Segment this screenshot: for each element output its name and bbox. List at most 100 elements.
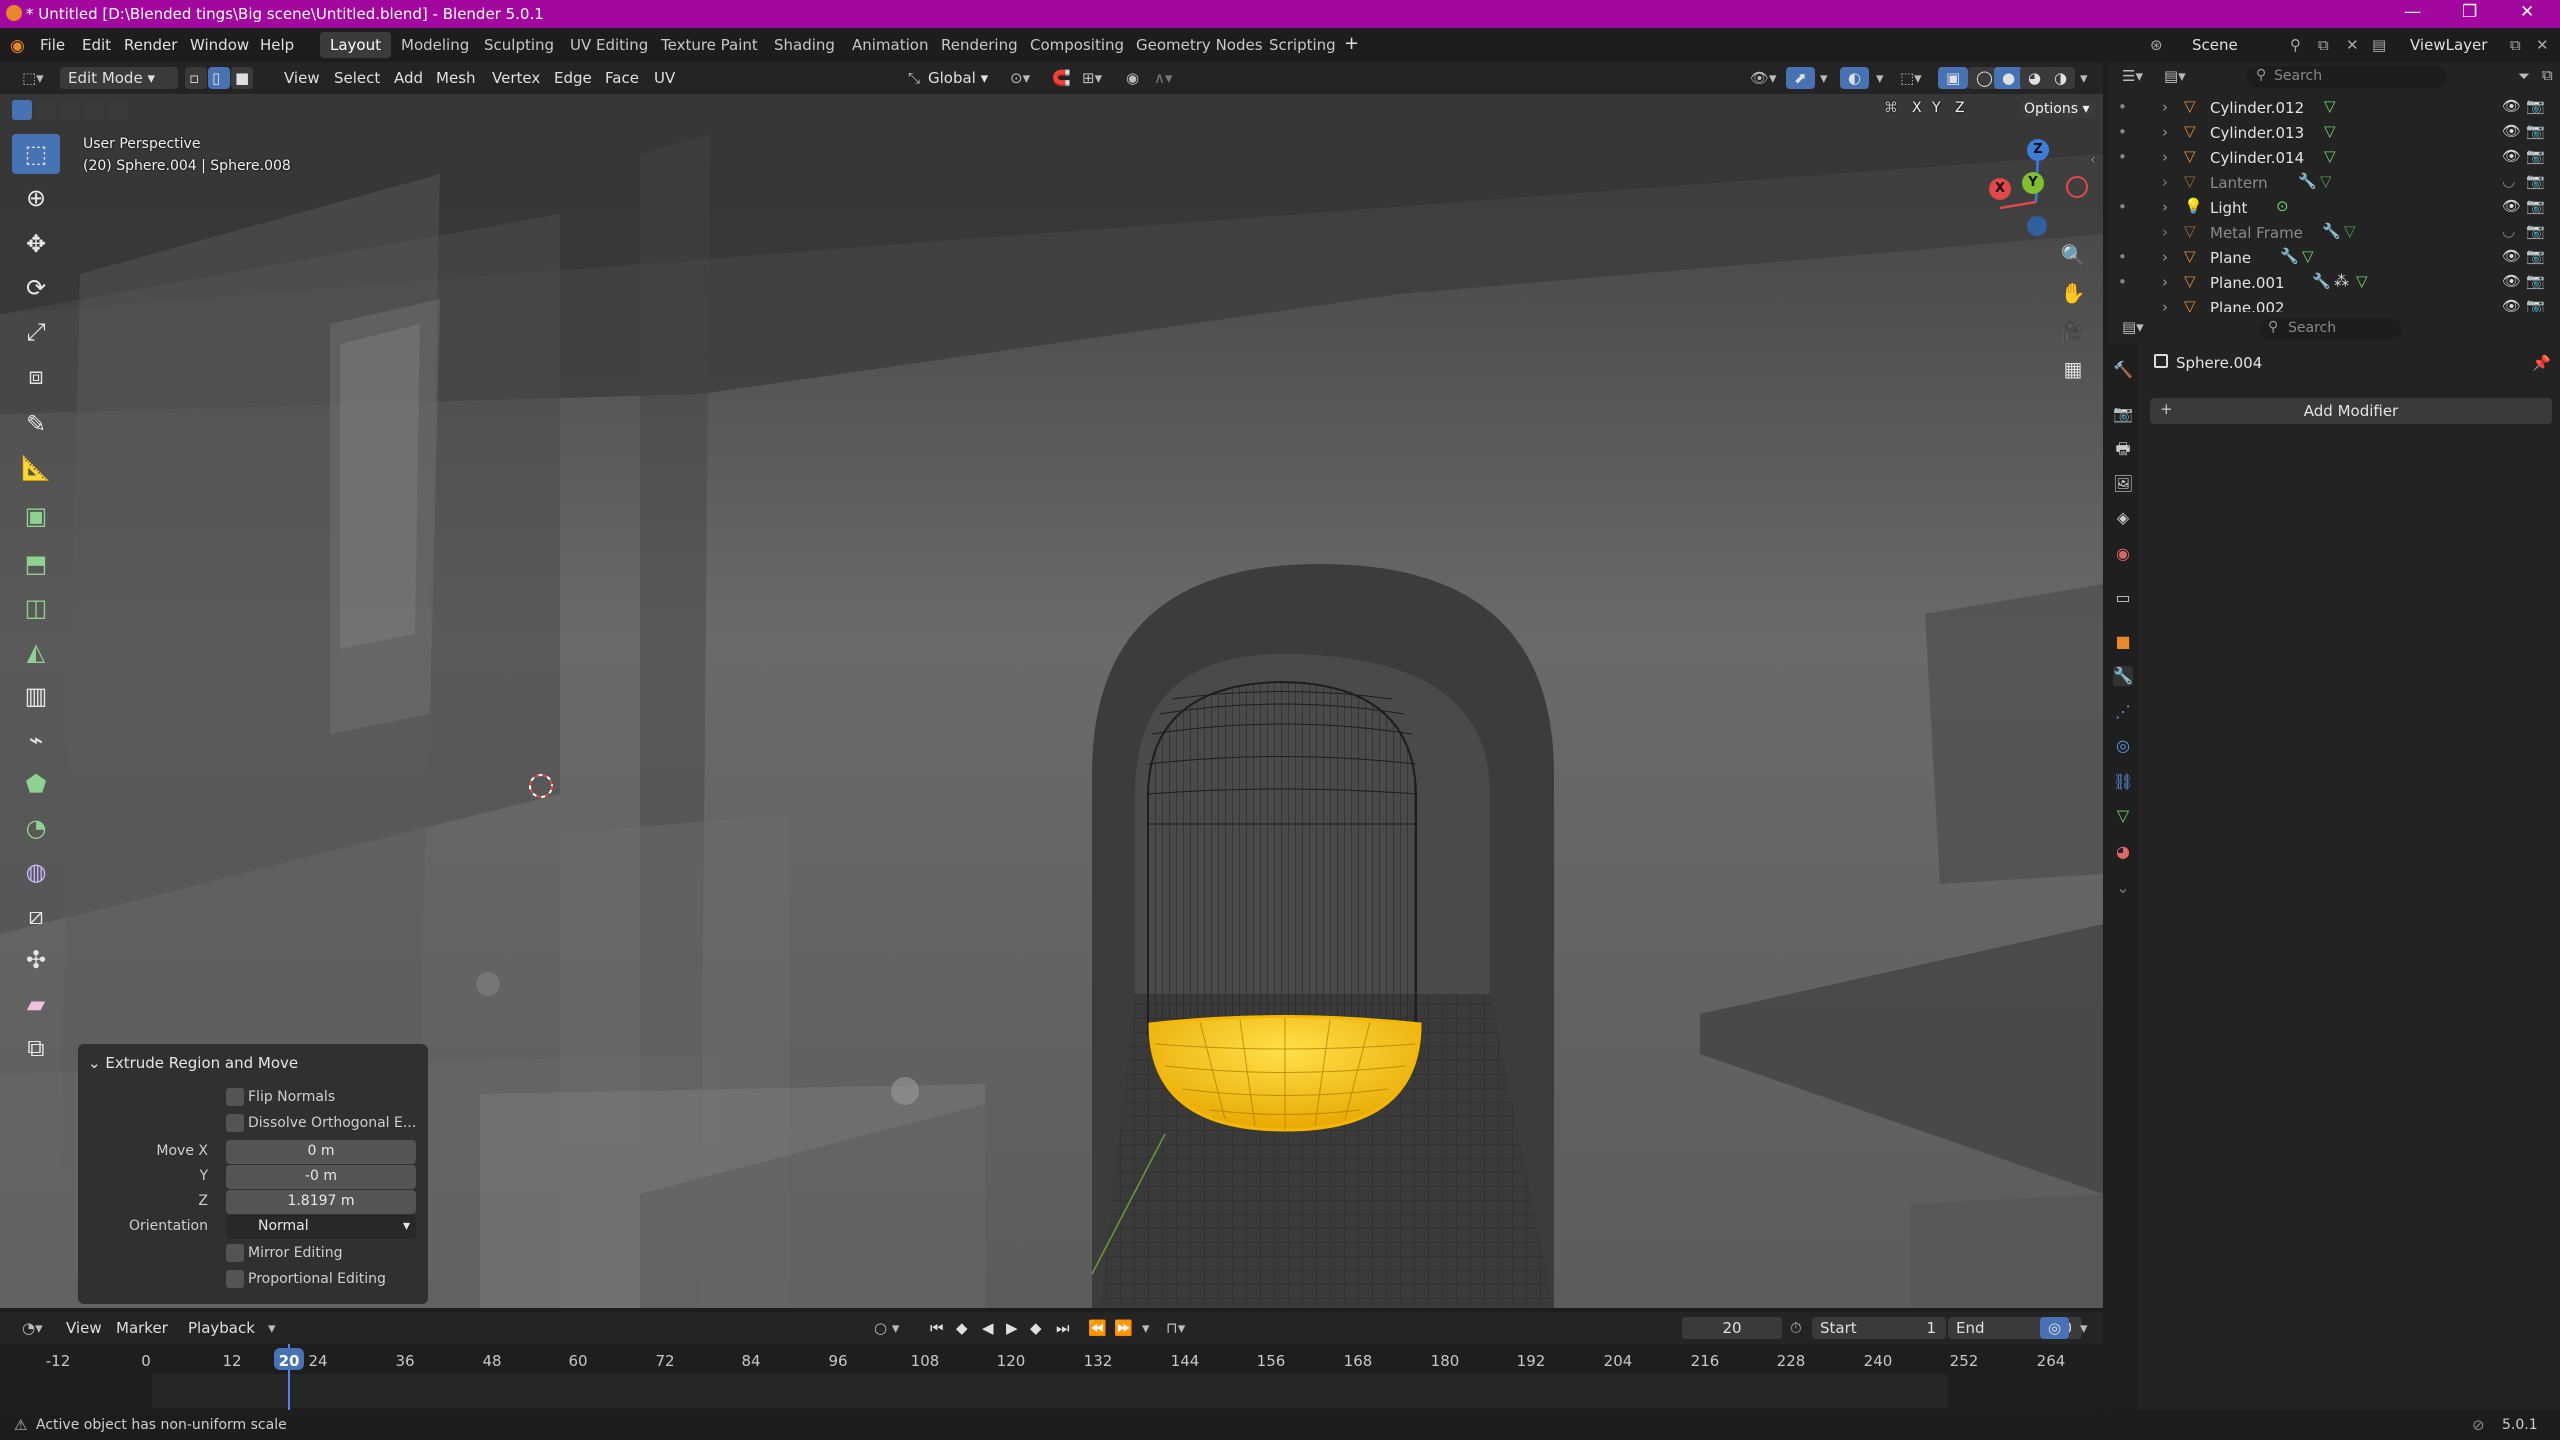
smooth-icon[interactable]: ◍	[12, 852, 60, 892]
tool-tab-icon[interactable]: 🔨	[2113, 360, 2133, 380]
measure-icon[interactable]: 📐	[12, 448, 60, 488]
proportional-edit-icon[interactable]: ◉	[1118, 67, 1147, 89]
add-modifier-button[interactable]: + Add Modifier	[2150, 398, 2552, 424]
object-tab-icon[interactable]: ■	[2113, 632, 2133, 652]
eye-icon[interactable]: 👁	[2502, 297, 2521, 312]
menu-help[interactable]: Help	[260, 36, 294, 54]
particles-tab-icon[interactable]: ⋰	[2113, 702, 2133, 722]
jump-keyframe-forward-icon[interactable]: ◆	[1022, 1317, 1050, 1339]
render-tab-icon[interactable]: 📷	[2113, 404, 2133, 424]
view-layer-icon[interactable]: ▤	[2372, 36, 2386, 54]
expand-icon[interactable]: ›	[2162, 223, 2168, 241]
zoom-icon[interactable]: 🔍	[2056, 238, 2090, 272]
spin-icon[interactable]: ◔	[12, 808, 60, 848]
eye-closed-icon[interactable]: ◡	[2502, 222, 2515, 240]
menu-uv[interactable]: UV	[646, 67, 683, 89]
view-layer-tab-icon[interactable]: 🖼	[2113, 474, 2133, 494]
menu-file[interactable]: File	[40, 36, 65, 54]
tab-layout[interactable]: Layout	[320, 32, 391, 58]
loop-cut-icon[interactable]: ▥	[12, 676, 60, 716]
dissolve-checkbox[interactable]	[226, 1114, 244, 1132]
menu-face[interactable]: Face	[597, 67, 647, 89]
gizmo-toggle-icon[interactable]: ⬈	[1786, 67, 1815, 89]
move-icon[interactable]: ✥	[12, 224, 60, 264]
mesh-edit-overlay-icon[interactable]: ⬚▾	[1892, 67, 1930, 89]
cursor-icon[interactable]: ⊕	[12, 178, 60, 218]
axis-lock-icon[interactable]: ⌘	[1884, 100, 1898, 116]
expand-icon[interactable]: ›	[2162, 198, 2168, 216]
xray-toggle-icon[interactable]: ▣	[1938, 67, 1969, 89]
camera-render-icon[interactable]: 📷	[2526, 122, 2545, 140]
auto-keying-icon[interactable]: ○ ▾	[866, 1317, 907, 1339]
pivot-icon[interactable]: ⊙▾	[1002, 67, 1038, 89]
new-scene-icon[interactable]: ⧉	[2318, 36, 2329, 54]
outliner-row-light[interactable]: • › 💡 Light ⊙ 👁 📷	[2108, 195, 2560, 220]
transform-icon[interactable]: ⧈	[12, 356, 60, 396]
gizmo-neg-z-axis[interactable]	[2027, 216, 2047, 236]
tab-scripting[interactable]: Scripting	[1259, 32, 1346, 58]
world-tab-icon[interactable]: ◉	[2113, 544, 2133, 564]
close-icon[interactable]: ✕	[2520, 2, 2534, 22]
mode-dropdown[interactable]: Edit Mode ▾	[60, 67, 178, 89]
gizmo-z-axis[interactable]: Z	[2027, 139, 2049, 161]
timeline-options-icon[interactable]: ▾	[2072, 1317, 2096, 1339]
proportional-editing-checkbox[interactable]	[226, 1270, 244, 1288]
eye-icon[interactable]: 👁	[2502, 147, 2521, 165]
menu-window[interactable]: Window	[190, 36, 249, 54]
material-shading-icon[interactable]: ◕	[2020, 67, 2050, 89]
timeline-menu-view[interactable]: View	[58, 1317, 110, 1339]
move-x-field[interactable]: 0 m	[226, 1140, 416, 1164]
jump-keyframe-back-icon[interactable]: ◆	[948, 1317, 976, 1339]
outliner-row-plane-002[interactable]: › ▽ Plane.002 👁 📷	[2108, 295, 2560, 312]
outliner-row-lantern[interactable]: › ▽ Lantern 🔧 ▽ ◡ 📷	[2108, 170, 2560, 195]
tab-shading[interactable]: Shading	[764, 32, 845, 58]
view-layer-name[interactable]: ViewLayer	[2410, 36, 2487, 54]
expand-icon[interactable]: ›	[2162, 123, 2168, 141]
outliner-row-cylinder-012[interactable]: • › ▽ Cylinder.012 ▽ 👁 📷	[2108, 95, 2560, 120]
scene-icon[interactable]: ⊛	[2150, 36, 2163, 54]
snap-target-icon[interactable]: ⊞▾	[1074, 67, 1110, 89]
add-cube-icon[interactable]: ▣	[12, 496, 60, 536]
camera-view-icon[interactable]: 🎥	[2056, 314, 2090, 348]
eye-closed-icon[interactable]: ◡	[2502, 172, 2515, 190]
select-new-icon[interactable]	[12, 100, 32, 120]
blender-menu-icon[interactable]: ◉	[10, 36, 25, 56]
menu-select[interactable]: Select	[326, 67, 388, 89]
camera-render-icon[interactable]: 📷	[2526, 222, 2545, 240]
physics-tab-icon[interactable]: ◎	[2113, 736, 2133, 756]
snap-timeline-icon[interactable]: ⊓▾	[1158, 1317, 1193, 1339]
extrude-region-icon[interactable]: ⬒	[12, 544, 60, 584]
select-invert-icon[interactable]	[84, 100, 104, 120]
menu-view[interactable]: View	[276, 67, 328, 89]
gizmo-x-axis[interactable]: X	[1989, 178, 2011, 200]
poly-build-icon[interactable]: ⬟	[12, 764, 60, 804]
outliner-row-plane[interactable]: • › ▽ Plane 🔧 ▽ 👁 📷	[2108, 245, 2560, 270]
tab-geometry-nodes[interactable]: Geometry Nodes	[1126, 32, 1273, 58]
mirror-editing-checkbox[interactable]	[226, 1244, 244, 1262]
select-extend-icon[interactable]	[36, 100, 56, 120]
options-dropdown[interactable]: Options ▾	[2018, 100, 2096, 118]
minimize-icon[interactable]: —	[2404, 2, 2421, 22]
flip-normals-checkbox[interactable]	[226, 1088, 244, 1106]
more-tabs-icon[interactable]: ⌄	[2113, 878, 2133, 898]
expand-icon[interactable]: ›	[2162, 148, 2168, 166]
move-z-field[interactable]: 1.8197 m	[226, 1190, 416, 1214]
gizmo-y-axis[interactable]: Y	[2022, 172, 2044, 194]
eye-icon[interactable]: 👁	[2502, 122, 2521, 140]
eye-icon[interactable]: 👁	[2502, 272, 2521, 290]
menu-render[interactable]: Render	[124, 36, 177, 54]
outliner-row-plane-001[interactable]: • › ▽ Plane.001 🔧 ⁂ ▽ 👁 📷	[2108, 270, 2560, 295]
vertex-select-icon[interactable]: ▫	[185, 67, 207, 89]
maximize-icon[interactable]: ❐	[2462, 2, 2477, 22]
tab-texture-paint[interactable]: Texture Paint	[651, 32, 768, 58]
menu-edit[interactable]: Edit	[82, 36, 111, 54]
display-mode-icon[interactable]: ▤▾	[2164, 67, 2186, 85]
timeline-menu-playback[interactable]: Playback	[180, 1317, 263, 1339]
orientation-dropdown[interactable]: Global ▾	[920, 67, 996, 89]
overlay-dropdown-icon[interactable]: ▾	[1868, 67, 1892, 89]
tab-rendering[interactable]: Rendering	[931, 32, 1028, 58]
operator-panel-header[interactable]: ⌄ Extrude Region and Move	[88, 1054, 298, 1072]
orientation-select[interactable]: Normal ▾	[226, 1215, 416, 1239]
select-subtract-icon[interactable]	[60, 100, 80, 120]
start-frame-field[interactable]: Start 1	[1812, 1317, 1946, 1339]
